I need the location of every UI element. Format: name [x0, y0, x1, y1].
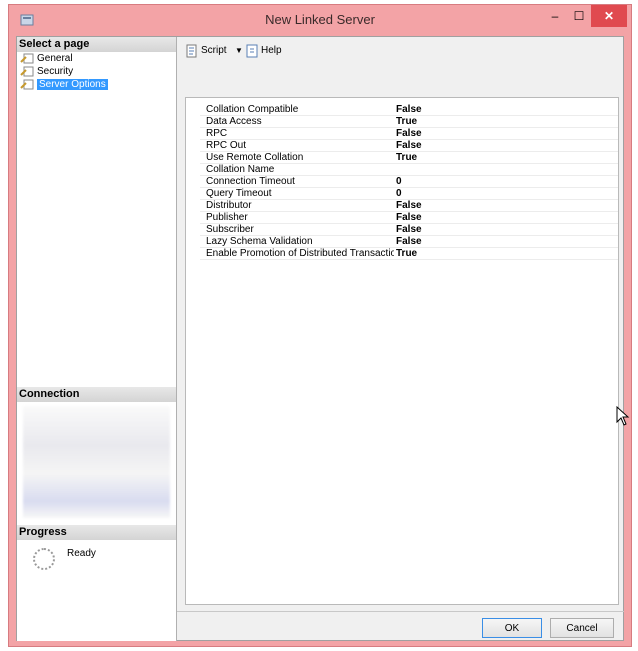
property-row-lazy-schema-validation[interactable]: Lazy Schema Validation False — [200, 236, 618, 248]
property-name: Subscriber — [206, 224, 254, 235]
window-title: New Linked Server — [265, 12, 375, 27]
property-row-rpc[interactable]: RPC False — [200, 128, 618, 140]
script-dropdown-arrow[interactable]: ▼ — [235, 44, 243, 58]
property-name: Data Access — [206, 116, 262, 127]
property-value[interactable]: 0 — [396, 188, 402, 200]
help-button[interactable]: Help — [245, 44, 282, 58]
progress-section: Progress Ready — [17, 525, 176, 600]
property-name: Lazy Schema Validation — [206, 236, 313, 247]
property-row-rpc-out[interactable]: RPC Out False — [200, 140, 618, 152]
script-icon — [186, 44, 197, 58]
progress-spinner-icon — [33, 548, 55, 570]
dialog-client-area: Select a page General Security Server Op… — [16, 36, 630, 641]
dialog-footer: OK Cancel — [177, 611, 624, 641]
property-grid: Collation Compatible False Data Access T… — [200, 104, 618, 260]
close-button[interactable]: ✕ — [591, 5, 627, 27]
property-value[interactable]: True — [396, 248, 417, 260]
property-value[interactable]: 0 — [396, 176, 402, 188]
nav-item-label: Security — [37, 66, 74, 77]
script-label: Script — [201, 45, 227, 56]
wrench-page-icon — [20, 66, 34, 77]
nav-item-general[interactable]: General — [17, 52, 176, 65]
new-linked-server-window: New Linked Server – ☐ ✕ Select a page Ge… — [8, 4, 632, 647]
mouse-cursor-icon — [616, 406, 630, 426]
nav-item-label: General — [37, 53, 73, 64]
page-sidebar: Select a page General Security Server Op… — [17, 37, 177, 641]
property-row-use-remote-collation[interactable]: Use Remote Collation True — [200, 152, 618, 164]
nav-item-label: Server Options — [37, 79, 108, 90]
property-value[interactable]: False — [396, 236, 422, 248]
connection-info-redacted — [23, 406, 170, 518]
connection-section: Connection — [17, 387, 176, 522]
property-name: RPC Out — [206, 140, 247, 151]
script-button[interactable]: Script — [185, 44, 227, 58]
property-row-connection-timeout[interactable]: Connection Timeout 0 — [200, 176, 618, 188]
property-name: Distributor — [206, 200, 252, 211]
property-value[interactable]: False — [396, 128, 422, 140]
cancel-button[interactable]: Cancel — [550, 618, 614, 638]
property-name: Publisher — [206, 212, 248, 223]
connection-header: Connection — [17, 387, 176, 402]
progress-status: Ready — [67, 548, 96, 559]
property-name: Query Timeout — [206, 188, 272, 199]
main-pane: Script ▼ Help Collation Compatible False — [179, 37, 630, 605]
property-name: Connection Timeout — [206, 176, 295, 187]
server-options-panel: Collation Compatible False Data Access T… — [185, 97, 630, 605]
property-row-subscriber[interactable]: Subscriber False — [200, 224, 618, 236]
property-value[interactable]: True — [396, 152, 417, 164]
property-row-enable-promotion[interactable]: Enable Promotion of Distributed Transact… — [200, 248, 618, 260]
nav-item-security[interactable]: Security — [17, 65, 176, 78]
property-name: RPC — [206, 128, 228, 139]
property-value[interactable]: False — [396, 104, 422, 116]
title-bar[interactable]: New Linked Server – ☐ ✕ — [9, 5, 631, 35]
toolbar: Script ▼ Help — [179, 37, 623, 63]
property-name: Collation Name — [206, 164, 275, 175]
property-name: Enable Promotion of Distributed Transact… — [206, 248, 394, 259]
nav-item-server-options[interactable]: Server Options — [17, 78, 176, 91]
property-value[interactable]: False — [396, 224, 422, 236]
property-row-data-access[interactable]: Data Access True — [200, 116, 618, 128]
property-value[interactable]: False — [396, 212, 422, 224]
minimize-button[interactable]: – — [543, 5, 567, 27]
property-name: Use Remote Collation — [206, 152, 304, 163]
maximize-button[interactable]: ☐ — [567, 5, 591, 27]
wrench-page-icon — [20, 79, 34, 90]
help-label: Help — [261, 45, 282, 56]
property-value[interactable]: False — [396, 200, 422, 212]
property-row-query-timeout[interactable]: Query Timeout 0 — [200, 188, 618, 200]
wrench-page-icon — [20, 53, 34, 64]
property-name: Collation Compatible — [206, 104, 299, 115]
property-row-publisher[interactable]: Publisher False — [200, 212, 618, 224]
progress-row: Ready — [17, 540, 176, 600]
property-row-collation-compatible[interactable]: Collation Compatible False — [200, 104, 618, 116]
ok-button[interactable]: OK — [482, 618, 542, 638]
property-value[interactable]: False — [396, 140, 422, 152]
property-row-collation-name[interactable]: Collation Name — [200, 164, 618, 176]
property-row-distributor[interactable]: Distributor False — [200, 200, 618, 212]
help-icon — [246, 44, 258, 58]
progress-header: Progress — [17, 525, 176, 540]
select-page-header: Select a page — [17, 37, 176, 52]
property-value[interactable]: True — [396, 116, 417, 128]
